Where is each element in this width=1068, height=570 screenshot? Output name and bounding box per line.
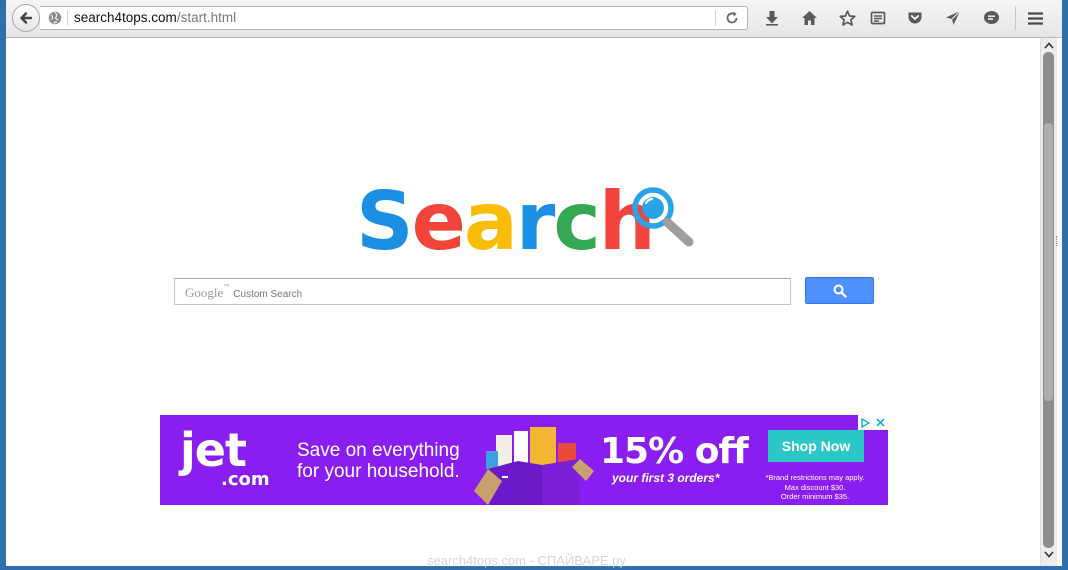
url-divider — [67, 11, 68, 25]
magnifier-logo-icon — [632, 187, 694, 247]
send-icon[interactable] — [943, 8, 963, 28]
footer-watermark: search4tops.com - СПАЙВАРЕ.ру — [427, 553, 626, 568]
chat-icon[interactable] — [981, 8, 1001, 28]
browser-window: search4tops.com/start.html Search Google… — [6, 0, 1062, 566]
jet-ad-banner[interactable]: jet .com Save on everything for your hou… — [160, 415, 888, 505]
bookmark-star-icon[interactable] — [837, 8, 857, 28]
download-icon[interactable] — [762, 8, 782, 28]
ad-tagline-line2: for your household. — [297, 461, 460, 482]
logo-letter: e — [411, 175, 466, 268]
ad-brand-domain: .com — [221, 469, 270, 490]
browser-toolbar: search4tops.com/start.html — [6, 0, 1062, 38]
ad-brand-logo: jet — [180, 423, 247, 477]
search-icon — [833, 284, 847, 298]
resize-grip[interactable] — [1056, 236, 1060, 246]
ad-close-icon[interactable] — [873, 415, 888, 430]
url-host: search4tops.com — [74, 10, 177, 25]
ad-tagline: Save on everything for your household. — [297, 440, 477, 482]
logo-letter: c — [553, 175, 600, 268]
ad-fine-print-line: Max discount $30. — [784, 482, 846, 492]
reload-icon[interactable] — [725, 11, 739, 25]
search-button[interactable] — [805, 277, 874, 304]
shop-now-button[interactable]: Shop Now — [768, 430, 864, 462]
vertical-scrollbar[interactable] — [1040, 38, 1057, 566]
reload-divider — [715, 10, 716, 26]
globe-icon[interactable] — [48, 11, 62, 25]
ad-choices[interactable] — [858, 415, 888, 430]
scroll-down-icon[interactable] — [1044, 549, 1054, 559]
search-logo: Search — [356, 182, 656, 262]
google-brand: Google — [185, 285, 224, 300]
scroll-thumb[interactable] — [1043, 122, 1054, 402]
url-path: /start.html — [176, 10, 237, 25]
ad-info-icon[interactable] — [858, 415, 873, 430]
menu-icon[interactable] — [1025, 8, 1045, 28]
search-watermark: Google™Custom Search — [185, 284, 302, 302]
ad-discount-sub: your first 3 orders* — [612, 471, 720, 485]
ad-tagline-line1: Save on everything — [297, 440, 460, 461]
ad-fine-print-line: *Brand restrictions may apply. — [765, 473, 865, 482]
ad-fine-print-line: Order minimum $35. — [780, 492, 850, 501]
search-input[interactable]: Google™Custom Search — [174, 278, 791, 305]
toolbar-separator — [1015, 6, 1016, 30]
logo-letter: S — [356, 175, 414, 268]
search-placeholder: Custom Search — [233, 289, 303, 300]
ad-fine-print: *Brand restrictions may apply. Max disco… — [750, 473, 880, 502]
home-icon[interactable] — [799, 8, 819, 28]
back-button[interactable] — [12, 4, 40, 32]
url-text[interactable]: search4tops.com/start.html — [74, 10, 236, 25]
page-content: Search Google™Custom Search jet .com Sav… — [6, 38, 1040, 566]
ad-discount: 15% off — [600, 431, 749, 472]
url-bar[interactable]: search4tops.com/start.html — [40, 6, 748, 30]
reading-list-icon[interactable] — [868, 8, 888, 28]
product-box-icon — [474, 427, 594, 505]
pocket-icon[interactable] — [905, 8, 925, 28]
google-trademark: ™ — [223, 284, 230, 290]
back-arrow-icon — [20, 12, 33, 24]
logo-letter: r — [515, 175, 555, 268]
scroll-up-icon[interactable] — [1044, 40, 1054, 50]
logo-letter: a — [463, 175, 518, 268]
